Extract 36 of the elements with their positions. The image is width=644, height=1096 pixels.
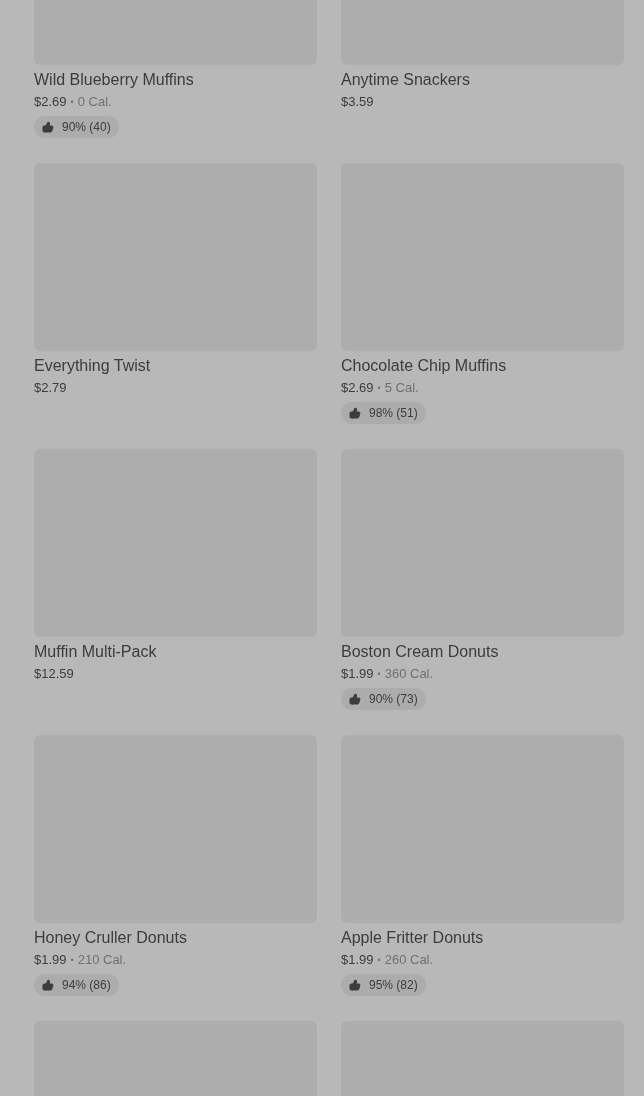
calories: 5 Cal. bbox=[384, 379, 419, 397]
thumbs-up-icon bbox=[349, 979, 361, 991]
product-name[interactable]: Everything Twist bbox=[34, 354, 317, 378]
separator-dot: • bbox=[377, 954, 381, 967]
calories: 210 Cal. bbox=[77, 951, 127, 969]
separator-dot: • bbox=[377, 382, 381, 395]
rating-text: 98% (51) bbox=[369, 405, 418, 422]
thumbs-up-icon bbox=[349, 407, 361, 419]
product-price: $1.99 bbox=[34, 951, 67, 969]
product-price: $3.59 bbox=[341, 93, 374, 111]
thumbs-up-icon bbox=[42, 979, 54, 991]
product-name[interactable]: Anytime Snackers bbox=[341, 68, 624, 92]
separator-dot: • bbox=[70, 96, 74, 109]
rating-text: 95% (82) bbox=[369, 977, 418, 994]
product-price: $2.79 bbox=[34, 379, 67, 397]
product-name[interactable]: Wild Blueberry Muffins bbox=[34, 68, 317, 92]
product-price: $12.59 bbox=[34, 665, 74, 683]
thumbs-up-icon bbox=[349, 693, 361, 705]
product-price: $2.69 bbox=[341, 379, 374, 397]
rating-text: 90% (73) bbox=[369, 691, 418, 708]
product-name[interactable]: Boston Cream Donuts bbox=[341, 640, 624, 664]
thumbs-up-icon bbox=[42, 121, 54, 133]
product-price: $1.99 bbox=[341, 665, 374, 683]
product-name[interactable]: Muffin Multi-Pack bbox=[34, 640, 317, 664]
product-price: $1.99 bbox=[341, 951, 374, 969]
calories: 260 Cal. bbox=[384, 951, 434, 969]
calories: 360 Cal. bbox=[384, 665, 434, 683]
rating-text: 94% (86) bbox=[62, 977, 111, 994]
calories: 0 Cal. bbox=[77, 93, 112, 111]
product-name[interactable]: Apple Fritter Donuts bbox=[341, 926, 624, 950]
product-name[interactable]: Chocolate Chip Muffins bbox=[341, 354, 624, 378]
product-name[interactable]: Honey Cruller Donuts bbox=[34, 926, 317, 950]
rating-text: 90% (40) bbox=[62, 119, 111, 136]
product-price: $2.69 bbox=[34, 93, 67, 111]
separator-dot: • bbox=[377, 668, 381, 681]
separator-dot: • bbox=[70, 954, 74, 967]
